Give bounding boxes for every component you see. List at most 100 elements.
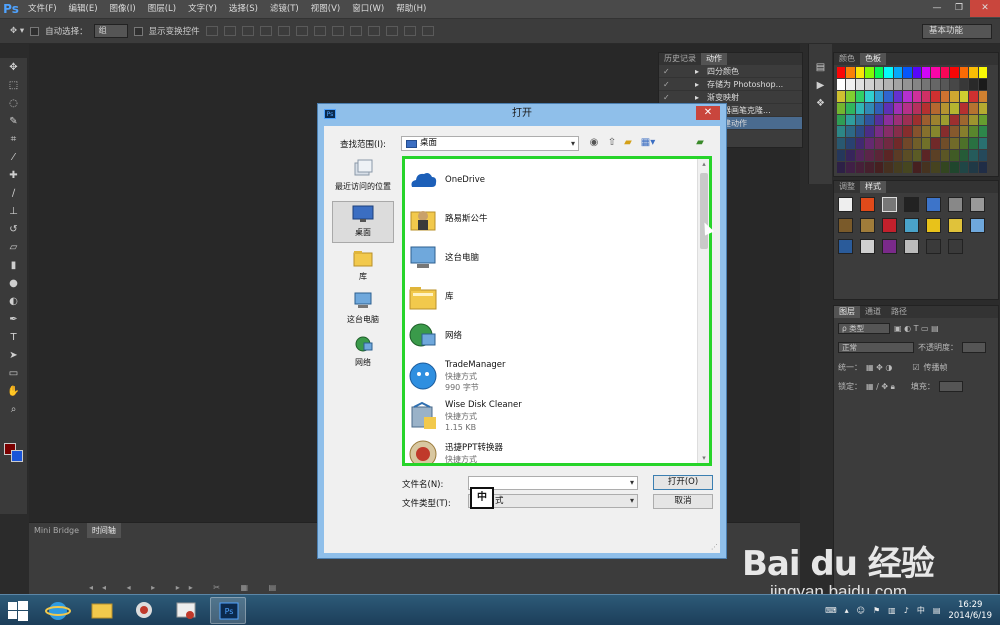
style-swatch[interactable]: [860, 197, 875, 212]
color-swatch[interactable]: [978, 78, 987, 90]
color-swatch[interactable]: [855, 126, 865, 138]
open-button[interactable]: 打开(O): [653, 475, 713, 490]
resize-grip-icon[interactable]: ⋰: [711, 543, 718, 551]
color-swatch[interactable]: [874, 67, 884, 78]
close-button[interactable]: ✕: [970, 0, 1000, 17]
color-swatch[interactable]: [903, 114, 912, 126]
color-swatch[interactable]: [884, 126, 893, 138]
color-swatch[interactable]: [931, 90, 940, 102]
menu-select[interactable]: 选择(S): [223, 0, 264, 19]
color-swatch[interactable]: [846, 138, 855, 150]
style-swatch[interactable]: [838, 218, 853, 233]
dialog-titlebar[interactable]: Ps 打开 ✕: [318, 104, 726, 124]
dialog-close-button[interactable]: ✕: [696, 106, 720, 120]
color-swatch[interactable]: [903, 67, 912, 78]
color-swatch[interactable]: [969, 67, 978, 78]
color-swatch[interactable]: [921, 78, 931, 90]
windows-start-icon[interactable]: [8, 601, 28, 621]
color-swatch[interactable]: [874, 90, 884, 102]
color-swatch[interactable]: [855, 102, 865, 114]
color-swatch[interactable]: [931, 102, 940, 114]
scroll-down-icon[interactable]: ▾: [698, 453, 709, 463]
color-swatch[interactable]: [865, 114, 874, 126]
color-swatch[interactable]: [884, 162, 893, 173]
color-swatch[interactable]: [846, 78, 855, 90]
action-center-icon[interactable]: ▤: [933, 606, 941, 615]
history-dock-icon[interactable]: ▤: [811, 60, 831, 76]
tab-adjustments[interactable]: 调整: [834, 181, 860, 193]
color-swatch[interactable]: [978, 67, 987, 78]
move-tool-icon[interactable]: ✥ ▾: [10, 26, 24, 36]
color-swatch[interactable]: [940, 138, 950, 150]
volume-icon[interactable]: ♪: [904, 606, 909, 615]
opacity-field[interactable]: [962, 342, 986, 353]
color-swatch[interactable]: [884, 67, 893, 78]
style-swatch[interactable]: [948, 197, 963, 212]
menu-file[interactable]: 文件(F): [22, 0, 63, 19]
look-in-dropdown[interactable]: 桌面 ▾: [401, 136, 579, 151]
expand-triangle-icon[interactable]: ▸: [695, 93, 707, 102]
crop-tool-icon[interactable]: ⌗: [4, 132, 24, 148]
color-swatch[interactable]: [959, 78, 969, 90]
color-swatch[interactable]: [969, 138, 978, 150]
color-swatch[interactable]: [959, 114, 969, 126]
color-swatch[interactable]: [865, 126, 874, 138]
color-swatch[interactable]: [846, 162, 855, 173]
list-item[interactable]: OneDrive: [408, 161, 698, 199]
color-swatch[interactable]: [912, 67, 921, 78]
file-list[interactable]: OneDrive 路易斯公牛 这台电脑 库 网络 TradeManager 快捷方…: [402, 156, 712, 466]
color-swatch[interactable]: [865, 78, 874, 90]
style-swatch[interactable]: [926, 239, 941, 254]
align-top-icon[interactable]: [205, 26, 218, 36]
color-swatch[interactable]: [950, 138, 959, 150]
color-swatch[interactable]: [959, 126, 969, 138]
color-swatch[interactable]: [921, 150, 931, 162]
history-brush-icon[interactable]: ↺: [4, 222, 24, 238]
color-swatch[interactable]: [959, 138, 969, 150]
color-swatch[interactable]: [893, 126, 903, 138]
color-swatch[interactable]: [969, 162, 978, 173]
color-swatch[interactable]: [969, 90, 978, 102]
tab-color[interactable]: 颜色: [834, 53, 860, 65]
style-swatch[interactable]: [882, 239, 897, 254]
color-swatch[interactable]: [903, 102, 912, 114]
menu-window[interactable]: 窗口(W): [346, 0, 390, 19]
ime-tray-indicator[interactable]: 中: [917, 605, 925, 616]
style-swatch[interactable]: [860, 239, 875, 254]
color-swatch[interactable]: [874, 138, 884, 150]
color-swatch[interactable]: [969, 126, 978, 138]
tab-actions[interactable]: 动作: [701, 53, 727, 65]
color-swatch[interactable]: [846, 90, 855, 102]
color-swatch[interactable]: [893, 102, 903, 114]
list-item[interactable]: 库: [408, 278, 698, 316]
place-desktop[interactable]: 桌面: [332, 201, 394, 243]
lasso-tool-icon[interactable]: ◌: [4, 96, 24, 112]
align-right-icon[interactable]: [295, 26, 308, 36]
style-swatch[interactable]: [860, 218, 875, 233]
color-swatch[interactable]: [893, 90, 903, 102]
color-swatch[interactable]: [837, 114, 846, 126]
ie-taskbar-button[interactable]: [40, 597, 76, 624]
color-swatch[interactable]: [969, 78, 978, 90]
tab-channels[interactable]: 通道: [860, 306, 886, 318]
distribute-right-icon[interactable]: [403, 26, 416, 36]
color-swatch[interactable]: [912, 114, 921, 126]
color-swatch[interactable]: [837, 138, 846, 150]
color-swatch[interactable]: [921, 90, 931, 102]
dodge-tool-icon[interactable]: ◐: [4, 294, 24, 310]
minimize-button[interactable]: —: [926, 0, 948, 17]
color-swatch[interactable]: [855, 78, 865, 90]
color-swatch[interactable]: [950, 90, 959, 102]
list-item[interactable]: 路易斯公牛: [408, 200, 698, 238]
color-swatch[interactable]: [884, 102, 893, 114]
list-item[interactable]: 迅捷PPT转换器 快捷方式: [408, 435, 698, 463]
unify-icons[interactable]: ▦ ✥ ◑: [866, 363, 892, 372]
color-swatch[interactable]: [978, 138, 987, 150]
color-swatch[interactable]: [837, 90, 846, 102]
color-swatch[interactable]: [855, 162, 865, 173]
brush-tool-icon[interactable]: ∕: [4, 186, 24, 202]
color-swatch[interactable]: [855, 150, 865, 162]
action-row[interactable]: ✓ ▸ 四分颜色: [659, 65, 802, 78]
show-transform-checkbox[interactable]: [133, 26, 143, 36]
menu-edit[interactable]: 编辑(E): [63, 0, 104, 19]
